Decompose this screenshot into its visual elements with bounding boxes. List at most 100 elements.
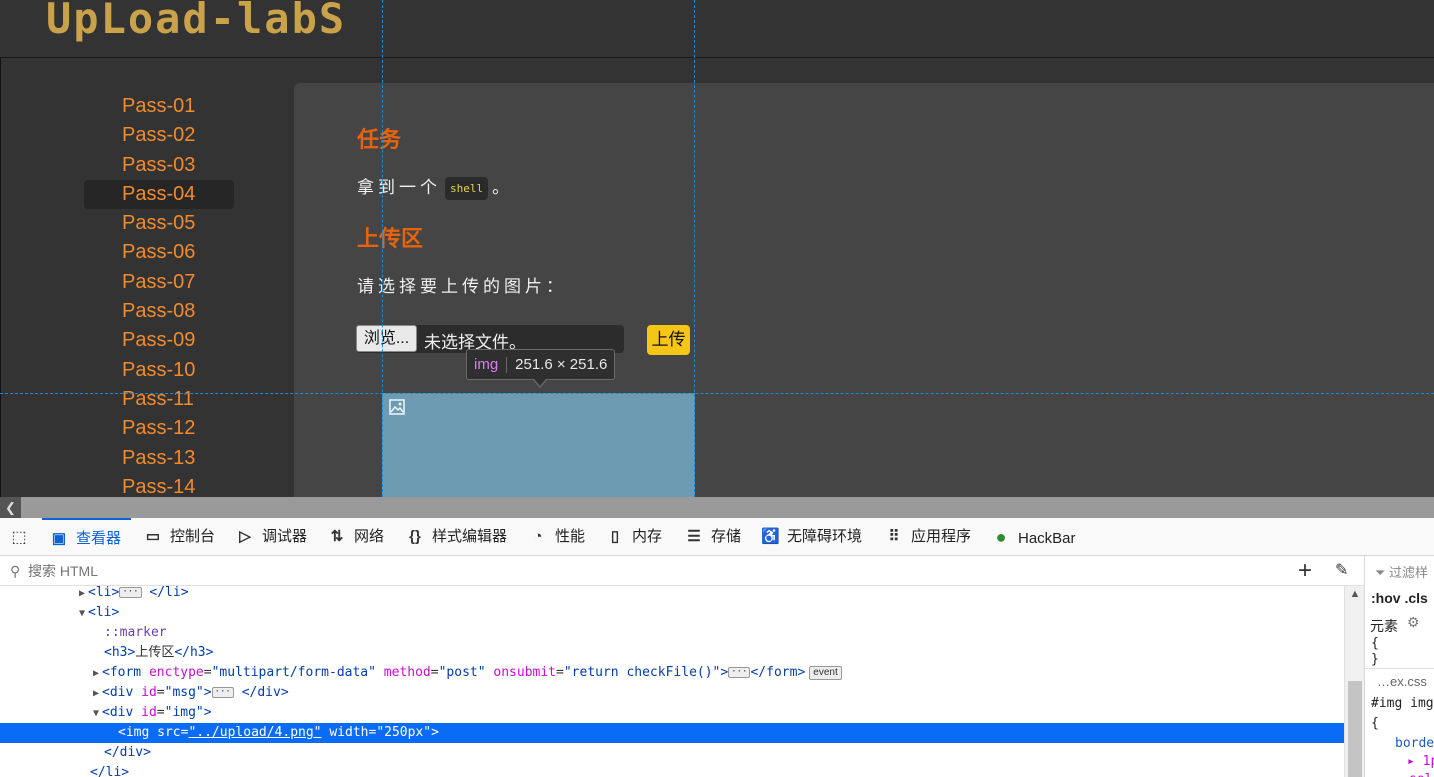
- sidebar-item-pass-14[interactable]: Pass-14: [84, 473, 234, 497]
- site-logo: UpLoad-labS: [46, 0, 347, 43]
- markup-line[interactable]: </li>: [0, 763, 1344, 777]
- markup-line[interactable]: ▼ <li>: [0, 603, 1344, 623]
- rule-property[interactable]: borde: [1395, 736, 1434, 751]
- rules-panel: ⏷ 过滤样 :hov .cls 元素 ⚙ { } …ex.css #img im…: [1364, 556, 1434, 777]
- collapse-toggle-icon[interactable]: ▼: [90, 704, 102, 724]
- network-icon: ⇅: [330, 528, 344, 545]
- pseudo-class-toggles[interactable]: :hov .cls: [1371, 590, 1428, 606]
- sidebar-item-pass-12[interactable]: Pass-12: [84, 414, 234, 443]
- inspector-guide-top: [0, 393, 1434, 394]
- tab-memory[interactable]: ▯ 内存: [606, 518, 662, 556]
- rule-divider: [1365, 668, 1434, 669]
- eyedropper-icon[interactable]: ✎: [1335, 560, 1348, 580]
- tooltip-tag: img: [474, 356, 499, 373]
- browse-button[interactable]: 浏览...: [356, 325, 417, 352]
- tab-performance[interactable]: ◔ 性能: [529, 518, 585, 556]
- expand-toggle-icon[interactable]: ▶: [90, 684, 102, 704]
- accessibility-icon: ♿: [761, 528, 780, 545]
- tab-label: 调试器: [262, 528, 308, 545]
- sidebar-item-pass-11[interactable]: Pass-11: [84, 385, 234, 414]
- sidebar-item-pass-06[interactable]: Pass-06: [84, 238, 234, 267]
- tab-label: 内存: [632, 528, 663, 545]
- scrollbar-thumb[interactable]: [1348, 681, 1362, 777]
- markup-line[interactable]: ▶ <li> ··· </li>: [0, 586, 1344, 603]
- upload-prompt: 请选择要上传的图片：: [357, 277, 567, 296]
- markup-line[interactable]: ::marker: [0, 623, 1344, 643]
- tab-label: 控制台: [170, 528, 216, 545]
- rule-brace: }: [1371, 652, 1379, 667]
- application-icon: ⠿: [888, 528, 900, 545]
- tab-label: HackBar: [1018, 530, 1076, 547]
- tab-inspector[interactable]: ▣ 查看器: [42, 518, 132, 556]
- sidebar-item-pass-07[interactable]: Pass-07: [84, 268, 234, 297]
- tab-label: 网络: [354, 528, 385, 545]
- collapsed-ellipsis[interactable]: ···: [211, 687, 234, 698]
- tab-storage[interactable]: ☰ 存储: [685, 518, 741, 556]
- tab-console[interactable]: ▭ 控制台: [144, 518, 215, 556]
- markup-view: ▶ <li> ··· </li> ▼ <li> ::marker <h3>上传区</h…: [0, 586, 1344, 777]
- add-node-icon[interactable]: +: [1298, 559, 1312, 583]
- tab-label: 样式编辑器: [432, 528, 508, 545]
- tab-label: 性能: [555, 528, 586, 545]
- expand-toggle-icon[interactable]: ▶: [76, 586, 88, 604]
- markup-line-selected[interactable]: <img src="../upload/4.png" width="250px"…: [0, 723, 1344, 743]
- collapsed-ellipsis[interactable]: ···: [728, 667, 751, 678]
- collapse-toggle-icon[interactable]: ▼: [76, 604, 88, 624]
- scroll-up-icon[interactable]: ▲: [1345, 588, 1365, 600]
- rule-value[interactable]: ▸ 1p: [1407, 754, 1434, 769]
- rule-brace: {: [1371, 716, 1379, 731]
- uploaded-image-highlight[interactable]: [382, 393, 695, 497]
- inspector-icon: ▣: [51, 530, 67, 547]
- sidebar-item-pass-08[interactable]: Pass-08: [84, 297, 234, 326]
- markup-line[interactable]: </div>: [0, 743, 1344, 763]
- task-heading: 任务: [357, 127, 402, 152]
- markup-scrollbar[interactable]: ▲: [1344, 586, 1364, 777]
- tab-debugger[interactable]: ▷ 调试器: [236, 518, 307, 556]
- tab-label: 应用程序: [911, 528, 972, 545]
- rule-brace: {: [1371, 636, 1379, 651]
- sidebar-item-pass-05[interactable]: Pass-05: [84, 209, 234, 238]
- frame-border: [0, 58, 1, 497]
- sidebar-item-pass-03[interactable]: Pass-03: [84, 151, 234, 180]
- sidebar-item-pass-13[interactable]: Pass-13: [84, 444, 234, 473]
- horizontal-scrollbar[interactable]: [0, 497, 1434, 518]
- tooltip-separator: [506, 357, 508, 374]
- upload-button[interactable]: 上传: [647, 325, 690, 355]
- task-text: 拿到一个: [357, 178, 441, 197]
- tab-network[interactable]: ⇅ 网络: [328, 518, 384, 556]
- css-source-link[interactable]: …ex.css: [1377, 674, 1427, 689]
- sidebar-item-pass-02[interactable]: Pass-02: [84, 121, 234, 150]
- storage-icon: ☰: [687, 528, 701, 545]
- tab-hackbar[interactable]: ● HackBar: [992, 518, 1076, 556]
- markup-line[interactable]: ▼ <div id="img">: [0, 703, 1344, 723]
- element-rule-label: 元素: [1370, 618, 1398, 634]
- element-picker-icon[interactable]: ⬚: [8, 527, 30, 549]
- markup-line[interactable]: <h3>上传区</h3>: [0, 643, 1344, 663]
- sidebar-item-pass-09[interactable]: Pass-09: [84, 326, 234, 355]
- tab-style-editor[interactable]: {} 样式编辑器: [406, 518, 507, 556]
- sidebar-item-pass-01[interactable]: Pass-01: [84, 92, 234, 121]
- inspector-guide-right: [694, 0, 695, 497]
- sidebar-item-pass-10[interactable]: Pass-10: [84, 356, 234, 385]
- sidebar-item-pass-04[interactable]: Pass-04: [84, 179, 234, 210]
- markup-line[interactable]: ▶ <form enctype="multipart/form-data" met…: [0, 663, 1344, 683]
- tab-label: 无障碍环境: [787, 528, 863, 545]
- tab-label: 存储: [711, 528, 742, 545]
- tab-label: 查看器: [76, 530, 122, 547]
- markup-line[interactable]: ▶ <div id="msg"> ··· </div>: [0, 683, 1344, 703]
- page-viewport: UpLoad-labS Pass-01 Pass-02 Pass-03 Pass-04…: [0, 0, 1434, 497]
- tab-accessibility[interactable]: ♿ 无障碍环境: [761, 518, 862, 556]
- image-src-link[interactable]: "../upload/4.png": [188, 725, 321, 740]
- broken-image-icon: [389, 399, 405, 415]
- task-text-end: 。: [492, 178, 514, 197]
- tab-application[interactable]: ⠿ 应用程序: [885, 518, 972, 556]
- search-icon: ⚲: [10, 563, 21, 579]
- collapsed-ellipsis[interactable]: ···: [119, 587, 142, 598]
- expand-toggle-icon[interactable]: ▶: [90, 664, 102, 684]
- event-badge[interactable]: event: [809, 665, 842, 680]
- search-html-input[interactable]: [28, 560, 1268, 582]
- rule-value[interactable]: sol: [1409, 772, 1432, 777]
- filter-styles-input[interactable]: ⏷ 过滤样: [1375, 562, 1428, 581]
- scroll-left-icon[interactable]: ❮: [0, 497, 21, 518]
- gear-icon[interactable]: ⚙: [1407, 614, 1420, 631]
